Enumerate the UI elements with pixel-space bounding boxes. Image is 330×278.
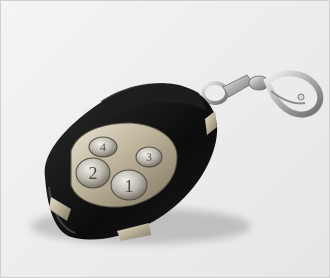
photo-frame: 4 3 2 1 xyxy=(0,0,330,278)
button-3[interactable]: 3 xyxy=(135,146,163,168)
button-4[interactable]: 4 xyxy=(88,136,118,158)
button-2-label: 2 xyxy=(89,163,98,183)
button-3-label: 3 xyxy=(146,150,152,164)
keychain-clasp xyxy=(201,70,324,118)
button-2[interactable]: 2 xyxy=(75,157,111,189)
key-fob-photo: 4 3 2 1 xyxy=(31,70,324,244)
button-1-label: 1 xyxy=(125,176,134,196)
button-4-label: 4 xyxy=(100,140,106,154)
button-1[interactable]: 1 xyxy=(110,169,148,201)
